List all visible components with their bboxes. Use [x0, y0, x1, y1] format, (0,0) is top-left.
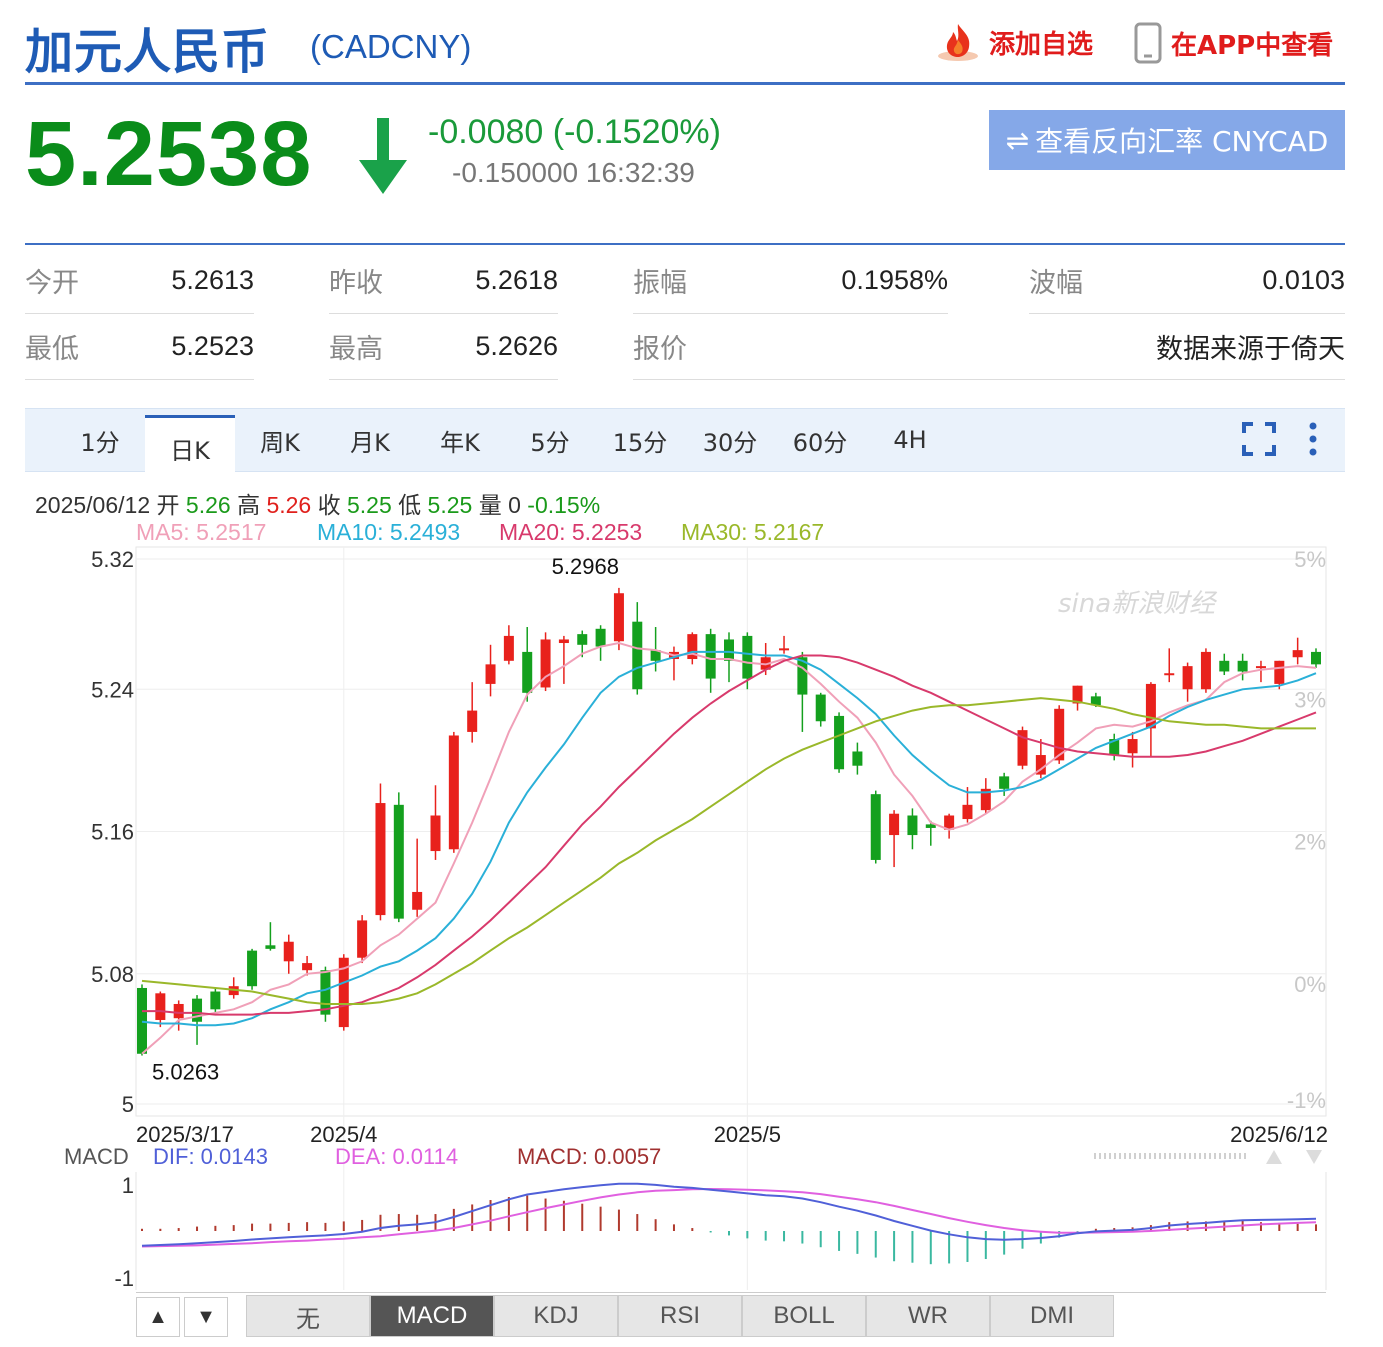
pct-tick-label: 2%: [1294, 830, 1326, 855]
candle-body: [852, 751, 863, 766]
ma-line-ma30: [141, 697, 1316, 1005]
ind-tab-none[interactable]: 无: [246, 1295, 370, 1337]
candle-body: [577, 634, 588, 645]
macd-dif-line: [141, 1182, 1317, 1247]
candle-body: [430, 815, 441, 852]
candle-body: [779, 648, 790, 651]
candle-body: [1127, 739, 1138, 754]
min-price-label: 5.0263: [152, 1060, 219, 1085]
candle-body: [210, 991, 221, 1010]
pct-tick-label: 5%: [1294, 547, 1326, 572]
kline-chart[interactable]: 5.32 5%5.24 3%5.16 2%5.08 0%5 -1%2025/3/17 202…: [0, 0, 1383, 1347]
ind-tab-boll[interactable]: BOLL: [742, 1295, 866, 1337]
ind-tab-macd[interactable]: MACD: [370, 1295, 494, 1337]
y-tick-label: 5.24: [91, 677, 134, 702]
candle-body: [1200, 651, 1211, 690]
candle-body: [613, 593, 624, 642]
macd-dea-line: [141, 1187, 1317, 1248]
candle-body: [265, 945, 276, 949]
candle-body: [1255, 666, 1266, 669]
ma-line-ma20: [142, 654, 1317, 1016]
candle-body: [247, 950, 258, 987]
candle-body: [870, 794, 881, 860]
candle-body: [155, 993, 166, 1020]
candle-body: [357, 920, 368, 958]
candle-body: [558, 639, 569, 644]
candle-body: [503, 635, 514, 661]
ind-tab-rsi[interactable]: RSI: [618, 1295, 742, 1337]
pct-tick-label: -1%: [1287, 1088, 1326, 1113]
y-tick-label: 5.08: [91, 962, 134, 987]
candle-body: [889, 813, 900, 836]
ind-tab-kdj[interactable]: KDJ: [494, 1295, 618, 1337]
y-tick-label: 5.32: [91, 547, 134, 572]
pct-tick-label: 3%: [1294, 687, 1326, 712]
candle-body: [834, 715, 845, 770]
candle-body: [1292, 650, 1303, 658]
candle-body: [283, 941, 294, 962]
candle-body: [192, 998, 203, 1022]
candle-body: [485, 664, 496, 684]
chart-zoom-out-icon: [1306, 1150, 1322, 1164]
candle-body: [1182, 666, 1193, 690]
candle-body: [632, 621, 643, 690]
candle-body: [907, 815, 918, 836]
max-price-label: 5.2968: [552, 554, 619, 579]
macd-y-tick: -1: [114, 1266, 134, 1291]
x-tick-label: 2025/5: [714, 1122, 781, 1147]
macd-value-label: MACD: 0.0057: [517, 1144, 661, 1169]
indicator-bar: ▲ ▼ 无 MACD KDJ RSI BOLL WR DMI: [136, 1292, 1326, 1337]
sina-watermark: sina新浪财经: [1058, 589, 1218, 619]
candle-body: [1164, 673, 1175, 676]
candle-body: [522, 651, 533, 693]
candle-body: [815, 694, 826, 722]
y-tick-label: 5: [122, 1092, 134, 1117]
macd-dif-label: DIF: 0.0143: [153, 1144, 268, 1169]
candle-body: [173, 1003, 184, 1019]
candle-body: [742, 635, 753, 679]
candle-body: [467, 710, 478, 732]
scroll-up-button[interactable]: ▲: [136, 1297, 180, 1337]
chart-zoom-in-icon: [1266, 1150, 1282, 1164]
y-tick-label: 5.16: [91, 820, 134, 845]
macd-y-tick: 1: [122, 1173, 134, 1198]
macd-title: MACD: [64, 1144, 129, 1169]
candle-body: [302, 963, 313, 971]
candle-body: [1219, 660, 1230, 672]
pct-tick-label: 0%: [1294, 972, 1326, 997]
candle-body: [1237, 660, 1248, 672]
candle-body: [999, 776, 1010, 789]
macd-dea-label: DEA: 0.0114: [335, 1144, 458, 1169]
candle-body: [595, 628, 606, 647]
candle-body: [1311, 651, 1321, 665]
scroll-down-button[interactable]: ▼: [184, 1297, 228, 1337]
candle-body: [962, 804, 973, 820]
candle-body: [375, 803, 386, 916]
ind-tab-wr[interactable]: WR: [866, 1295, 990, 1337]
candle-body: [137, 987, 147, 1054]
candle-body: [1274, 660, 1285, 684]
candle-body: [448, 735, 459, 850]
candle-body: [724, 639, 734, 661]
x-tick-label: 2025/6/12: [1230, 1122, 1328, 1147]
ma-line-ma10: [141, 650, 1317, 1027]
ind-tab-dmi[interactable]: DMI: [990, 1295, 1114, 1337]
candle-body: [393, 804, 404, 919]
candle-body: [705, 634, 716, 679]
candle-body: [412, 891, 423, 910]
